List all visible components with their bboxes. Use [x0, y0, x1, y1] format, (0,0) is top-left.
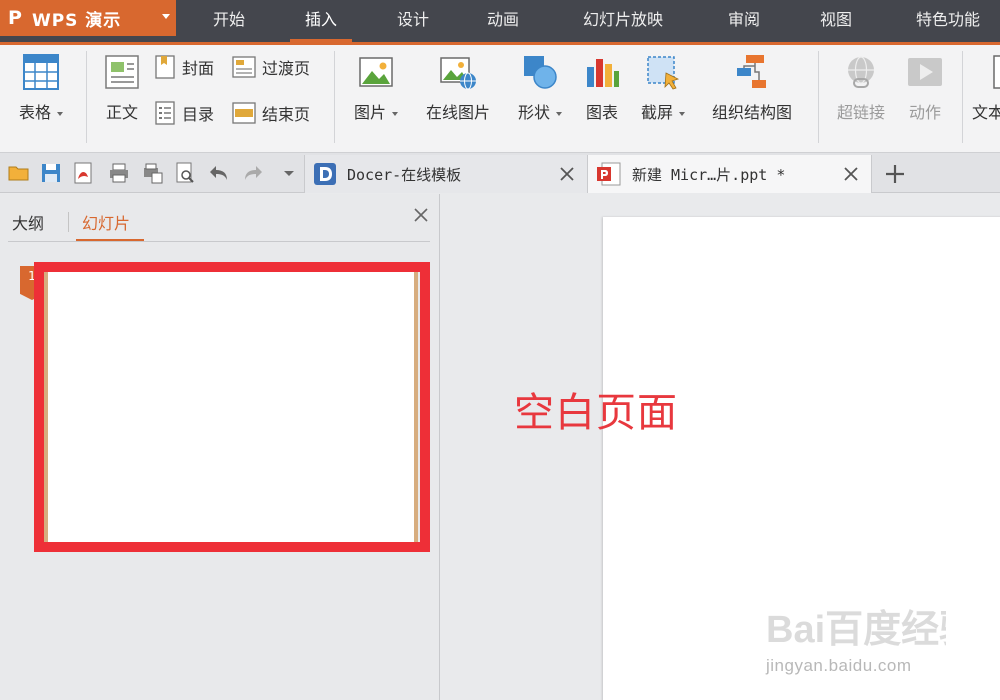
highlight-box	[34, 262, 430, 552]
ribbon-separator	[818, 51, 819, 143]
toc-label: 目录	[182, 105, 215, 124]
customize-dropdown-icon[interactable]	[278, 162, 300, 184]
menu-tab-view[interactable]: 视图	[804, 0, 868, 42]
quick-access-toolbar: Docer-在线模板 新建 Micr…片.ppt *	[0, 153, 1000, 193]
undo-icon[interactable]	[208, 162, 230, 184]
wps-logo-icon: P	[8, 7, 22, 29]
online-picture-icon	[440, 57, 476, 90]
tab-docer-label: Docer-在线模板	[347, 165, 462, 184]
new-tab-plus-icon[interactable]	[882, 161, 908, 187]
cover-button[interactable]: 封面	[154, 55, 214, 79]
body-text-icon	[105, 55, 139, 89]
table-label: 表格	[18, 103, 51, 122]
menu-tab-slideshow[interactable]: 幻灯片放映	[566, 0, 680, 42]
ribbon-separator	[962, 51, 963, 143]
menu-tab-review[interactable]: 审阅	[712, 0, 776, 42]
baidu-watermark-logo: Bai百度经验	[766, 609, 946, 651]
watermark-brand: Bai百度经验	[766, 609, 946, 651]
online-picture-label: 在线图片	[425, 103, 490, 122]
close-icon[interactable]	[841, 164, 861, 184]
panel-tab-baseline	[8, 241, 430, 242]
end-page-button[interactable]: 结束页	[232, 101, 310, 125]
redo-icon[interactable]	[242, 162, 264, 184]
preview-search-icon[interactable]	[174, 162, 196, 184]
screenshot-icon	[647, 56, 680, 90]
tab-current-label: 新建 Micr…片.ppt *	[632, 165, 786, 184]
hyperlink-button[interactable]: 超链接	[828, 53, 894, 123]
caret-down-icon	[57, 111, 63, 116]
transition-page-button[interactable]: 过渡页	[232, 55, 310, 79]
transition-page-icon	[232, 56, 256, 78]
textbox-button[interactable]: 文本	[972, 53, 1000, 123]
shape-label: 形状	[517, 103, 550, 122]
org-chart-button[interactable]: 组织结构图	[702, 53, 802, 123]
close-icon[interactable]	[557, 164, 577, 184]
annotation-text: 空白页面	[514, 390, 678, 436]
caret-down-icon	[162, 14, 170, 19]
menu-bar: P WPS 演示 开始 插入 设计 动画 幻灯片放映 审阅 视图 特色功能	[0, 0, 1000, 42]
export-pdf-icon[interactable]	[72, 162, 94, 184]
picture-icon	[359, 57, 393, 87]
app-title: WPS 演示	[31, 10, 122, 31]
table-icon	[23, 54, 59, 90]
menu-tab-special[interactable]: 特色功能	[900, 0, 996, 42]
caret-down-icon	[392, 111, 398, 116]
cover-label: 封面	[182, 59, 215, 78]
picture-label: 图片	[353, 103, 386, 122]
menu-tab-animation[interactable]: 动画	[472, 0, 534, 42]
end-page-icon	[232, 102, 256, 124]
menu-tab-insert[interactable]: 插入	[290, 0, 352, 42]
body-text-label: 正文	[105, 103, 138, 122]
body-text-button[interactable]: 正文	[96, 53, 148, 123]
screenshot-button[interactable]: 截屏	[632, 53, 694, 123]
globe-link-icon	[848, 56, 874, 88]
caret-down-icon	[679, 111, 685, 116]
print-preview-icon[interactable]	[142, 162, 164, 184]
menu-tab-design[interactable]: 设计	[382, 0, 444, 42]
ribbon: 表格 正文 封面 目录 过渡页 结束页 图片 在线图片 形状 图表 截屏 组织结…	[0, 45, 1000, 153]
cover-icon	[155, 55, 175, 79]
end-page-label: 结束页	[262, 105, 311, 124]
menu-tab-start[interactable]: 开始	[196, 0, 262, 42]
slides-panel: 大纲 幻灯片 1	[0, 194, 440, 700]
tab-slides[interactable]: 幻灯片	[82, 210, 130, 234]
tab-outline[interactable]: 大纲	[12, 210, 44, 234]
save-icon[interactable]	[40, 162, 62, 184]
watermark-url: jingyan.baidu.com	[766, 656, 912, 675]
textbox-label: 文本	[972, 103, 1000, 122]
screenshot-label: 截屏	[640, 103, 673, 122]
org-chart-icon	[737, 55, 766, 88]
chart-button[interactable]: 图表	[580, 53, 624, 123]
tab-current-presentation[interactable]: 新建 Micr…片.ppt *	[588, 155, 872, 193]
shape-icon	[524, 56, 557, 89]
action-label: 动作	[908, 103, 941, 122]
open-folder-icon[interactable]	[8, 162, 30, 184]
org-chart-label: 组织结构图	[711, 103, 792, 122]
ribbon-separator	[86, 51, 87, 143]
app-menu-button[interactable]: P WPS 演示	[0, 0, 176, 36]
play-icon	[908, 58, 942, 86]
hyperlink-label: 超链接	[836, 103, 885, 122]
toc-icon	[155, 101, 175, 125]
textbox-icon	[993, 55, 1000, 89]
online-picture-button[interactable]: 在线图片	[418, 53, 498, 123]
action-button[interactable]: 动作	[900, 53, 950, 123]
caret-down-icon	[556, 111, 562, 116]
print-icon[interactable]	[108, 162, 130, 184]
transition-page-label: 过渡页	[262, 59, 311, 78]
table-button[interactable]: 表格	[8, 53, 74, 123]
toc-button[interactable]: 目录	[154, 101, 214, 125]
shape-button[interactable]: 形状	[508, 53, 572, 123]
ribbon-separator	[334, 51, 335, 143]
picture-button[interactable]: 图片	[344, 53, 408, 123]
ppt-file-icon	[597, 162, 621, 186]
chart-icon	[587, 59, 619, 87]
tab-docer-templates[interactable]: Docer-在线模板	[304, 155, 588, 193]
close-icon[interactable]	[412, 206, 430, 224]
docer-icon	[314, 163, 336, 185]
chart-label: 图表	[585, 103, 618, 122]
panel-tab-divider	[68, 212, 69, 232]
